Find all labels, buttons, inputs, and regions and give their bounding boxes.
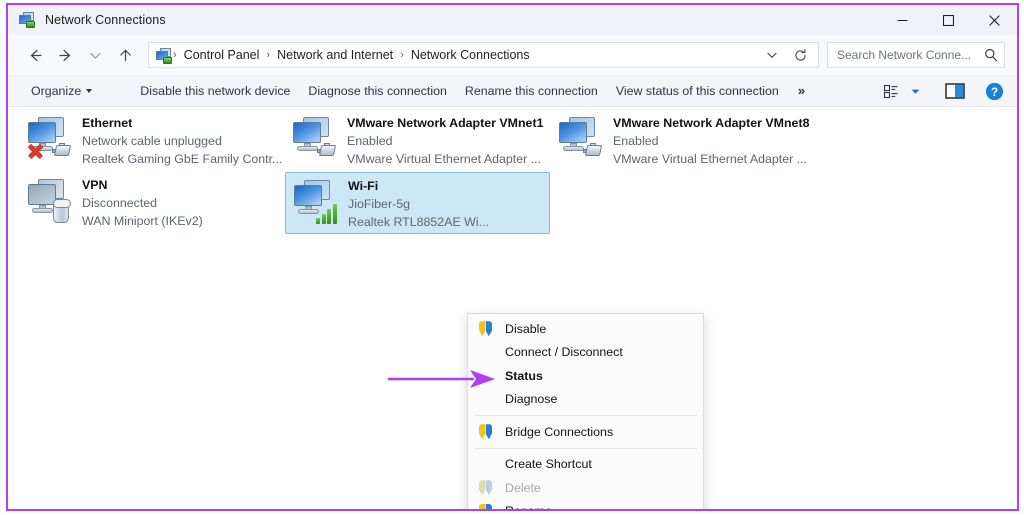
no-icon [477,391,494,408]
vpn-icon [26,178,74,226]
overflow-button[interactable]: » [788,79,815,102]
network-connections-icon [156,47,172,64]
connection-device: Realtek Gaming GbE Family Contr... [82,152,283,166]
connection-name: VMware Network Adapter VMnet1 [347,116,544,130]
connection-name: VMware Network Adapter VMnet8 [613,116,810,130]
connection-item-vmnet1[interactable]: VMware Network Adapter VMnet1 Enabled VM… [285,110,555,172]
search-input[interactable] [837,48,984,62]
shield-icon [477,503,494,509]
connection-status: Network cable unplugged [82,134,222,148]
command-bar-right-tools: ? [878,75,1009,107]
breadcrumb-item-network-connections[interactable]: Network Connections [406,48,535,62]
search-icon[interactable] [984,48,998,62]
connection-device: Realtek RTL8852AE Wi... [348,215,489,229]
ethernet-adapter-icon [557,116,605,164]
connection-device: VMware Virtual Ethernet Adapter ... [613,152,807,166]
title-bar: Network Connections [8,5,1017,35]
connection-status: Enabled [613,134,659,148]
context-menu-item-diagnose[interactable]: Diagnose [468,388,703,412]
connection-device: VMware Virtual Ethernet Adapter ... [347,152,541,166]
breadcrumb-separator: › [173,49,177,61]
wifi-connected-icon [292,179,340,227]
connection-name: Wi-Fi [348,179,379,193]
up-button[interactable] [110,40,140,70]
chevron-down-icon[interactable] [758,43,786,67]
rename-connection-button[interactable]: Rename this connection [456,80,607,102]
network-connections-icon [19,12,35,28]
breadcrumb-item-control-panel[interactable]: Control Panel [179,48,265,62]
svg-text:?: ? [991,85,998,98]
organize-button[interactable]: Organize [22,80,101,102]
address-bar: › Control Panel › Network and Internet ›… [8,35,1017,75]
close-button[interactable] [971,5,1017,35]
breadcrumb-item-network-and-internet[interactable]: Network and Internet [272,48,398,62]
connection-name: VPN [82,178,108,192]
connection-item-vmnet8[interactable]: VMware Network Adapter VMnet8 Enabled VM… [551,110,821,172]
window-controls [879,5,1017,35]
back-button[interactable] [20,40,50,70]
context-menu-separator [474,447,697,449]
context-menu-item-connect-disconnect[interactable]: Connect / Disconnect [468,341,703,365]
command-bar: Organize Disable this network device Dia… [8,75,1017,107]
connection-item-ethernet[interactable]: Ethernet Network cable unplugged Realtek… [20,110,285,172]
chevron-down-icon [86,89,93,94]
help-button[interactable]: ? [980,78,1009,104]
shield-icon [477,320,494,337]
forward-button[interactable] [50,40,80,70]
organize-label: Organize [31,83,82,98]
context-menu-item-disable[interactable]: Disable [468,317,703,341]
context-menu-item-status[interactable]: Status [468,364,703,388]
refresh-icon[interactable] [786,43,814,67]
connection-item-wifi[interactable]: Wi-Fi JioFiber-5g Realtek RTL8852AE Wi..… [285,172,550,234]
context-menu-item-rename[interactable]: Rename [468,500,703,509]
breadcrumb[interactable]: › Control Panel › Network and Internet ›… [148,42,819,68]
disable-network-device-button[interactable]: Disable this network device [131,80,299,102]
no-icon [477,344,494,361]
connection-status: Disconnected [82,196,158,210]
maximize-button[interactable] [925,5,971,35]
breadcrumb-separator: › [266,49,271,61]
no-icon [477,367,494,384]
context-menu-item-create-shortcut[interactable]: Create Shortcut [468,453,703,477]
search-box[interactable] [827,42,1005,68]
context-menu-separator [474,415,697,416]
connection-status: Enabled [347,134,393,148]
shield-icon [477,479,494,496]
preview-pane-button[interactable] [940,78,970,104]
context-menu-item-bridge-connections[interactable]: Bridge Connections [468,420,703,444]
context-menu-item-delete: Delete [468,476,703,500]
diagnose-connection-button[interactable]: Diagnose this connection [299,80,455,102]
shield-icon [477,423,494,440]
connection-item-vpn[interactable]: VPN Disconnected WAN Miniport (IKEv2) [20,172,285,234]
view-status-button[interactable]: View status of this connection [607,80,788,102]
minimize-button[interactable] [879,5,925,35]
ethernet-disconnected-icon [26,116,74,164]
connection-status: JioFiber-5g [348,197,410,211]
context-menu: Disable Connect / Disconnect Status Diag… [467,313,704,509]
ethernet-adapter-icon [291,116,339,164]
recent-locations-button[interactable] [80,40,110,70]
connections-list: Ethernet Network cable unplugged Realtek… [8,107,1017,509]
connection-name: Ethernet [82,116,133,130]
view-dropdown-button[interactable] [905,78,926,104]
connection-device: WAN Miniport (IKEv2) [82,214,203,228]
change-view-button[interactable] [878,78,905,104]
window-title: Network Connections [45,13,166,27]
no-icon [477,456,494,473]
network-connections-window: Network Connections › Control Panel › Ne… [6,3,1019,511]
breadcrumb-separator: › [400,49,404,61]
